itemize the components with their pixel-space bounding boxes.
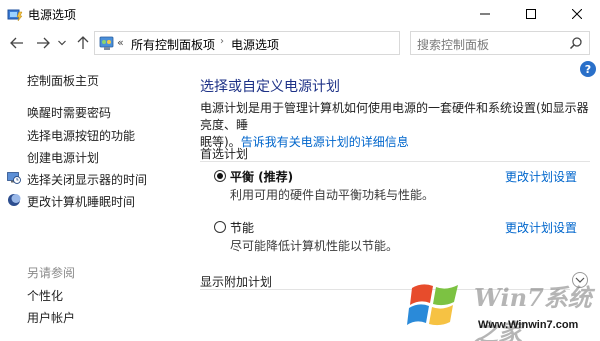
sidebar-item-power-button[interactable]: 选择电源按钮的功能: [27, 127, 135, 144]
address-bar[interactable]: « 所有控制面板项 › 电源选项: [94, 31, 487, 55]
sidebar-item-sleep-time[interactable]: 更改计算机睡眠时间: [27, 193, 135, 210]
sidebar-item-personalization[interactable]: 个性化: [27, 287, 63, 304]
moon-icon: [8, 194, 21, 206]
chevron-down-icon: [58, 40, 66, 46]
search-box[interactable]: 搜索控制面板: [410, 31, 590, 55]
learn-more-link[interactable]: 告诉我有关电源计划的详细信息: [241, 135, 409, 149]
see-also-heading: 另请参阅: [27, 266, 76, 280]
search-icon[interactable]: [569, 36, 583, 50]
description-line-2: 眠等)。告诉我有关电源计划的详细信息: [200, 134, 590, 151]
recent-locations-button[interactable]: [56, 34, 68, 52]
window-title: 电源选项: [28, 8, 77, 22]
breadcrumb-all-control-panel-items[interactable]: 所有控制面板项: [131, 36, 215, 53]
navigation-bar: « 所有控制面板项 › 电源选项 搜索控制面板: [0, 28, 600, 58]
plan-power-saver-change-settings-link[interactable]: 更改计划设置: [505, 219, 577, 236]
sidebar-control-panel-home[interactable]: 控制面板主页: [27, 72, 99, 89]
plan-balanced-radio[interactable]: [214, 170, 226, 182]
control-panel-icon: [99, 36, 114, 50]
maximize-icon: [526, 9, 536, 19]
plan-balanced-name[interactable]: 平衡 (推荐): [230, 168, 293, 185]
chevron-down-circle-icon: [575, 277, 585, 283]
preferred-plans-heading: 首选计划: [200, 147, 249, 161]
plan-balanced-change-settings-link[interactable]: 更改计划设置: [505, 168, 577, 185]
maximize-button[interactable]: [508, 0, 554, 28]
minimize-icon: [480, 13, 490, 15]
breadcrumb-power-options[interactable]: 电源选项: [231, 36, 279, 53]
sidebar-item-create-plan[interactable]: 创建电源计划: [27, 149, 99, 166]
address-overflow[interactable]: «: [117, 36, 124, 49]
sidebar-item-display-off[interactable]: 选择关闭显示器的时间: [27, 171, 147, 188]
minimize-button[interactable]: [462, 0, 508, 28]
expand-additional-plans-button[interactable]: [572, 272, 588, 288]
watermark-url: Www.Winwin7.com: [478, 319, 579, 331]
sidebar-item-user-accounts[interactable]: 用户帐户: [27, 309, 75, 326]
close-button[interactable]: [554, 0, 600, 28]
search-input[interactable]: 搜索控制面板: [417, 36, 489, 53]
forward-button[interactable]: [34, 34, 52, 52]
monitor-clock-icon: [7, 172, 21, 184]
page-description: 电源计划是用于管理计算机如何使用电源的一套硬件和系统设置(如显示器亮度、睡 眠等…: [200, 100, 590, 151]
preferred-plans-divider: [200, 161, 590, 162]
watermark: Win7系统之家 Www.Winwin7.com: [400, 270, 600, 341]
plan-power-saver-description: 尽可能降低计算机性能以节能。: [230, 239, 399, 253]
arrow-right-icon: [37, 37, 50, 49]
windows-logo-icon: [407, 284, 458, 326]
help-icon[interactable]: ?: [580, 61, 596, 77]
plan-power-saver-radio[interactable]: [214, 221, 226, 233]
sidebar-item-require-password[interactable]: 唤醒时需要密码: [27, 104, 111, 121]
breadcrumb-separator-icon[interactable]: ›: [220, 36, 224, 47]
up-button[interactable]: [74, 34, 92, 52]
arrow-up-icon: [77, 36, 89, 49]
close-icon: [572, 9, 582, 19]
description-line-1: 电源计划是用于管理计算机如何使用电源的一套硬件和系统设置(如显示器亮度、睡: [200, 101, 589, 132]
additional-plans-heading[interactable]: 显示附加计划: [200, 273, 272, 290]
title-bar: 电源选项: [0, 0, 600, 28]
plan-power-saver-name[interactable]: 节能: [230, 219, 254, 236]
page-title: 选择或自定义电源计划: [200, 79, 340, 95]
plan-balanced-description: 利用可用的硬件自动平衡功耗与性能。: [230, 188, 435, 202]
back-button[interactable]: [8, 34, 26, 52]
additional-plans-divider: [200, 289, 570, 290]
arrow-left-icon: [10, 37, 23, 49]
power-options-icon: [7, 9, 23, 22]
